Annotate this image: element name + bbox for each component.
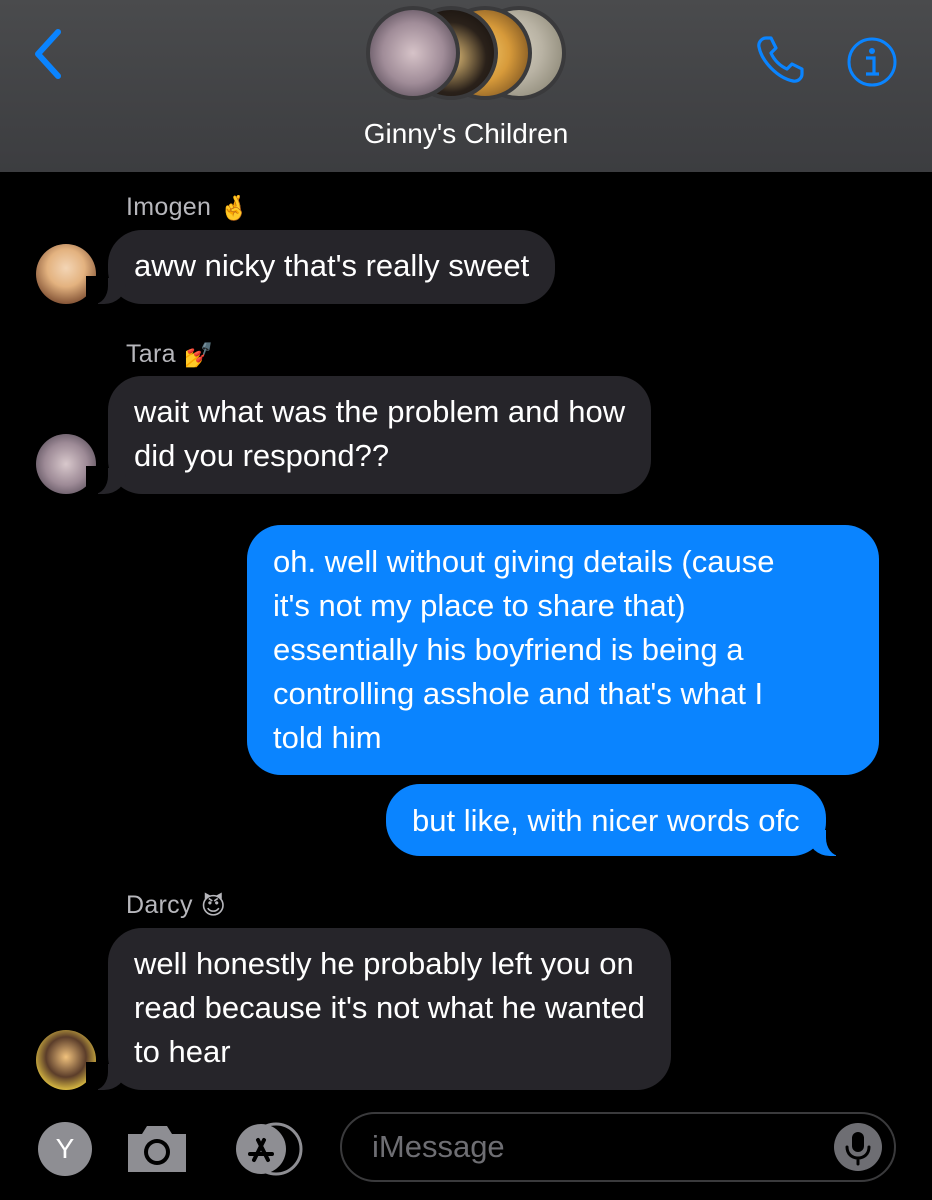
crossed-fingers-emoji: 🤞 (219, 193, 250, 222)
message-text: aww nicky that's really sweet (134, 248, 530, 283)
message-bubble-incoming[interactable]: well honestly he probably left you on re… (86, 928, 671, 1090)
microphone-icon (845, 1132, 871, 1166)
camera-button[interactable] (124, 1118, 190, 1176)
sender-name-imogen: Imogen 🤞 (126, 193, 249, 222)
sender-label: Imogen (126, 193, 212, 221)
nail-polish-emoji: 💅 (183, 340, 215, 369)
group-avatars[interactable] (366, 6, 566, 102)
call-button[interactable] (752, 32, 808, 88)
camera-icon (128, 1126, 186, 1172)
message-text: wait what was the problem and how did yo… (134, 394, 626, 473)
sender-name-tara: Tara 💅 (126, 340, 214, 369)
app-store-button[interactable] (234, 1122, 308, 1176)
message-input[interactable]: iMessage (340, 1112, 896, 1182)
smiling-devil-emoji: 😈 (200, 891, 227, 920)
app-store-icon (236, 1122, 303, 1176)
back-button[interactable] (28, 26, 72, 82)
phone-icon (757, 36, 804, 83)
dictation-button[interactable] (834, 1123, 882, 1171)
sender-name-darcy: Darcy 😈 (126, 891, 226, 920)
sender-label: Darcy (126, 891, 193, 919)
message-text: but like, with nicer words ofc (412, 803, 800, 838)
message-input-placeholder: iMessage (372, 1129, 505, 1164)
message-bubble-outgoing[interactable]: but like, with nicer words ofc (386, 784, 848, 856)
message-text: oh. well without giving details (cause i… (273, 544, 775, 755)
message-bubble-incoming[interactable]: aww nicky that's really sweet (85, 230, 556, 304)
conversation-header: Ginny's Children (0, 0, 932, 172)
info-button[interactable] (846, 36, 898, 88)
apps-button[interactable]: Y (38, 1122, 92, 1176)
message-text: well honestly he probably left you on re… (134, 946, 645, 1069)
group-title[interactable]: Ginny's Children (0, 118, 932, 150)
sender-label: Tara (126, 340, 176, 368)
message-bubble-incoming[interactable]: wait what was the problem and how did yo… (85, 376, 652, 494)
group-member-avatar (366, 6, 460, 100)
info-icon (847, 37, 897, 87)
message-bubble-outgoing[interactable]: oh. well without giving details (cause i… (247, 525, 879, 775)
chevron-left-icon (35, 29, 61, 79)
